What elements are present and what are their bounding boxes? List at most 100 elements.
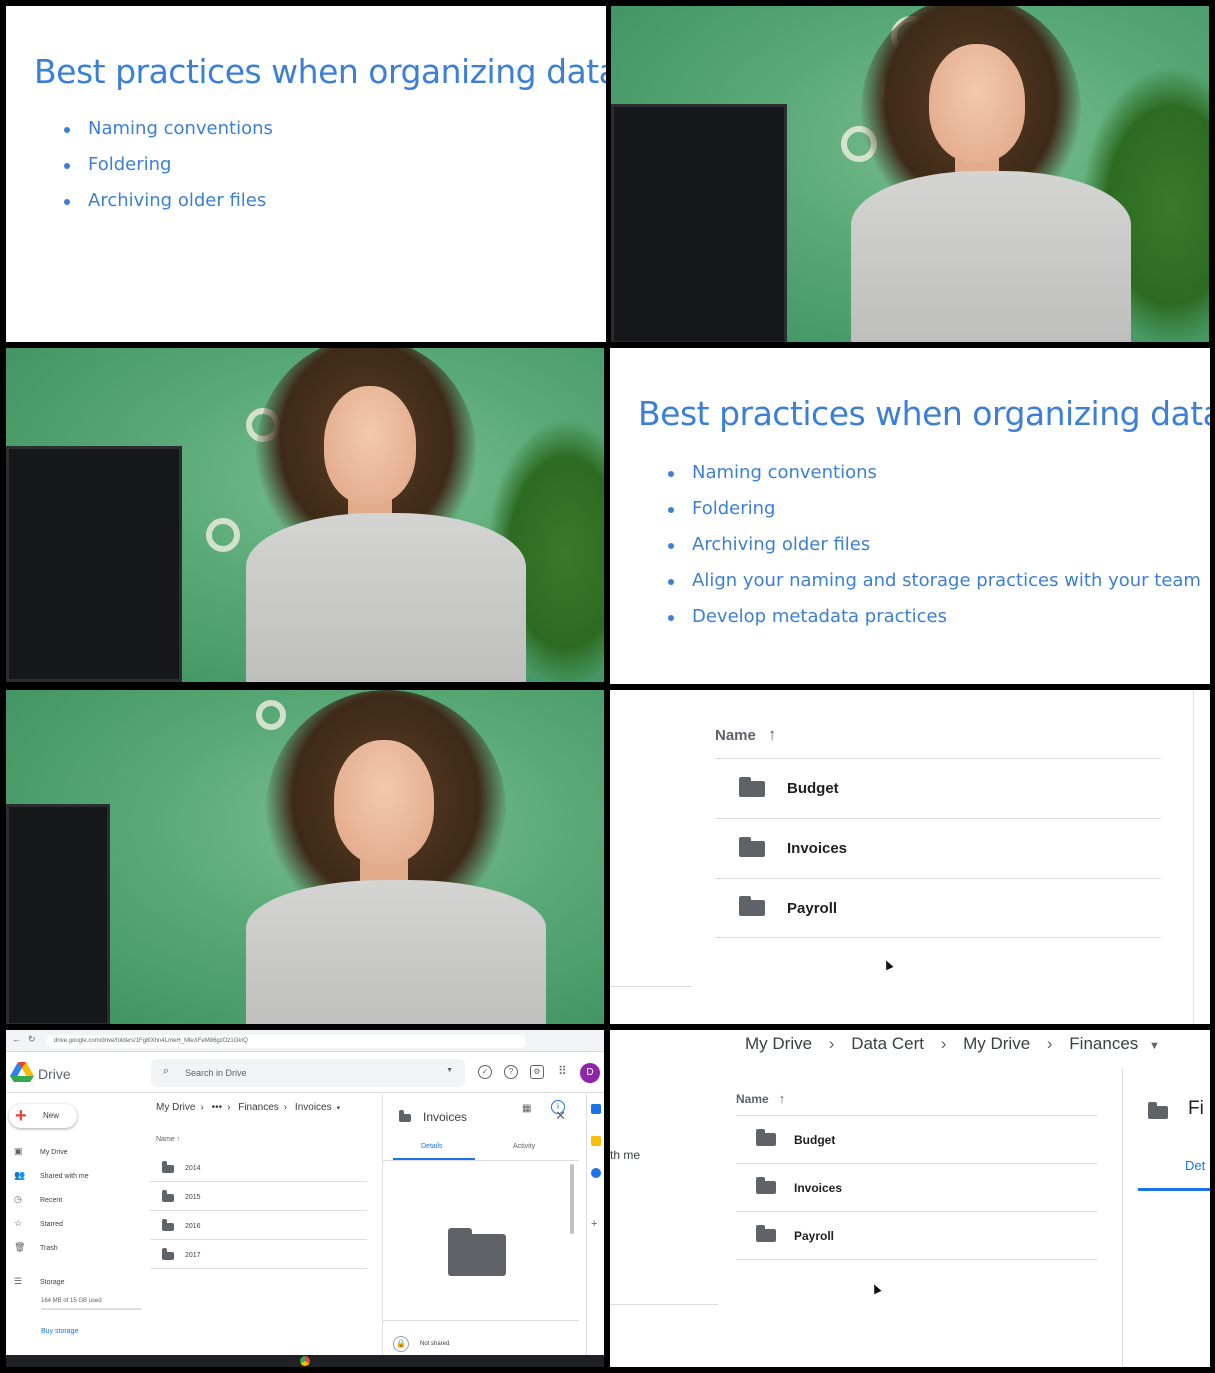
breadcrumb: My Drive › Data Cert › My Drive › Financ…	[745, 1034, 1160, 1054]
arrow-up-icon[interactable]: ↑	[779, 1091, 786, 1106]
calendar-icon[interactable]	[591, 1104, 601, 1114]
folder-icon	[1148, 1102, 1168, 1119]
folder-icon	[756, 1225, 776, 1242]
search-input[interactable]: ⌕ Search in Drive ▼	[151, 1059, 465, 1087]
apps-grid-icon[interactable]: ⠿	[558, 1064, 567, 1078]
folder-row[interactable]: Payroll	[736, 1212, 1098, 1260]
folder-preview-icon	[448, 1228, 506, 1276]
breadcrumb-item[interactable]: My Drive	[156, 1102, 195, 1113]
tab-details-partial[interactable]: Det	[1185, 1158, 1205, 1173]
tasks-icon[interactable]	[591, 1168, 601, 1178]
breadcrumb-item[interactable]: Finances	[1069, 1034, 1138, 1053]
folder-row[interactable]: Invoices	[736, 1164, 1098, 1212]
app-name: Drive	[38, 1066, 71, 1082]
chevron-right-icon: ›	[940, 1034, 947, 1053]
keep-icon[interactable]	[591, 1136, 601, 1146]
sidebar-item-shared-partial[interactable]: th me	[610, 1148, 640, 1162]
buy-storage-link[interactable]: Buy storage	[41, 1328, 78, 1335]
folder-icon	[739, 896, 765, 916]
address-bar[interactable]: drive.google.com/drive/folders/1Fg8lXhn4…	[46, 1035, 526, 1048]
close-icon[interactable]: ✕	[555, 1108, 566, 1124]
monitor-image	[6, 446, 182, 682]
drive-logo-icon	[10, 1062, 34, 1082]
folder-row[interactable]: Payroll	[715, 878, 1161, 938]
folder-row[interactable]: Budget	[736, 1116, 1098, 1164]
chevron-right-icon: ›	[200, 1102, 204, 1113]
breadcrumb-item[interactable]: Data Cert	[851, 1034, 924, 1053]
presenter-image	[236, 348, 536, 682]
back-icon[interactable]: ←	[12, 1034, 21, 1044]
breadcrumb-item[interactable]: •••	[212, 1102, 223, 1113]
name-column-label: Name	[715, 726, 756, 744]
search-options-icon[interactable]: ▼	[446, 1067, 453, 1074]
video-frame-grid: Best practices when organizing data Nami…	[0, 0, 1215, 1373]
folder-icon	[399, 1110, 411, 1122]
reload-icon[interactable]: ↻	[28, 1034, 36, 1045]
folder-name: Payroll	[794, 1228, 835, 1243]
sidebar-item-storage[interactable]: ☰ Storage	[14, 1276, 65, 1287]
slide-bullet: Naming conventions	[64, 118, 273, 139]
slide-title: Best practices when organizing data	[34, 52, 606, 91]
folder-row[interactable]: 2017	[150, 1241, 367, 1269]
details-title-partial: Fi	[1188, 1098, 1204, 1119]
search-placeholder: Search in Drive	[185, 1068, 247, 1078]
breadcrumb-item[interactable]: Finances	[238, 1102, 279, 1113]
tab-details[interactable]: Details	[421, 1143, 442, 1150]
sidebar-item-starred[interactable]: ☆ Starred	[14, 1218, 63, 1229]
presenter-video-frame	[6, 348, 604, 682]
folder-row[interactable]: 2016	[150, 1212, 367, 1240]
avatar[interactable]: D	[580, 1063, 600, 1083]
breadcrumb-item[interactable]: Invoices	[295, 1102, 332, 1113]
file-browser: My Drive › ••• › Finances › Invoices ▾ ▦ Nam…	[150, 1094, 531, 1356]
slide-panel-long: Best practices when organizing data Nami…	[610, 348, 1210, 684]
slide-bullet: Develop metadata practices	[668, 606, 1201, 627]
scrollbar[interactable]	[570, 1164, 574, 1234]
folder-row[interactable]: 2015	[150, 1183, 367, 1211]
breadcrumb-item[interactable]: My Drive	[745, 1034, 812, 1053]
chrome-icon[interactable]	[300, 1356, 310, 1366]
slide-panel-short: Best practices when organizing data Nami…	[6, 6, 606, 342]
folder-icon	[162, 1219, 174, 1231]
name-column-header[interactable]: Name ↑	[715, 712, 1161, 758]
add-addon-icon[interactable]: +	[591, 1218, 597, 1230]
name-column-header[interactable]: Name ↑	[156, 1136, 180, 1143]
sidebar-item-my-drive[interactable]: ▣ My Drive	[14, 1146, 68, 1157]
breadcrumb-item[interactable]: My Drive	[963, 1034, 1030, 1053]
chevron-down-icon[interactable]: ▾	[337, 1105, 341, 1112]
file-list: Name ↑ Budget Invoices Payroll	[715, 712, 1161, 938]
new-button-label: New	[43, 1111, 60, 1120]
offline-icon[interactable]: ✓	[478, 1065, 492, 1079]
star-icon: ☆	[14, 1218, 23, 1228]
arrow-up-icon[interactable]: ↑	[768, 725, 777, 745]
sidebar-item-shared[interactable]: 👥 Shared with me	[14, 1170, 89, 1181]
folder-row[interactable]: Invoices	[715, 818, 1161, 878]
storage-usage-text: 164 MB of 15 GB used	[41, 1298, 102, 1304]
sidebar-item-trash[interactable]: 🗑 Trash	[14, 1242, 58, 1253]
drive-header: Drive ⌕ Search in Drive ▼ ✓ ? ⚙ ⠿ D	[6, 1053, 604, 1093]
folder-row[interactable]: Budget	[715, 758, 1161, 818]
lock-icon: 🔒	[393, 1336, 409, 1352]
folder-icon	[162, 1190, 174, 1202]
mouse-cursor	[882, 958, 894, 971]
arrow-up-icon: ↑	[176, 1136, 181, 1143]
file-list: Name ↑ Budget Invoices Payroll	[736, 1082, 1098, 1260]
studio-background	[611, 6, 1209, 342]
storage-icon: ☰	[14, 1276, 23, 1286]
search-icon[interactable]: ⌕	[163, 1065, 169, 1078]
slide-bullet: Archiving older files	[668, 534, 1201, 555]
chevron-right-icon: ›	[283, 1102, 288, 1113]
settings-gear-icon[interactable]: ⚙	[530, 1065, 544, 1079]
sidebar: + New ▣ My Drive 👥 Shared with me ◷ Recent …	[6, 1094, 148, 1356]
my-drive-icon: ▣	[14, 1146, 23, 1156]
folder-name: 2017	[185, 1252, 201, 1259]
new-button[interactable]: + New	[9, 1104, 77, 1128]
chevron-down-icon[interactable]: ▼	[1149, 1040, 1160, 1052]
slide-title: Best practices when organizing data	[638, 394, 1210, 433]
sidebar-item-recent[interactable]: ◷ Recent	[14, 1194, 62, 1205]
name-column-header[interactable]: Name ↑	[736, 1082, 1098, 1116]
help-icon[interactable]: ?	[504, 1065, 518, 1079]
tab-activity[interactable]: Activity	[513, 1143, 535, 1150]
chevron-right-icon: ›	[828, 1034, 835, 1053]
folder-name: 2016	[185, 1223, 201, 1230]
folder-row[interactable]: 2014	[150, 1154, 367, 1182]
